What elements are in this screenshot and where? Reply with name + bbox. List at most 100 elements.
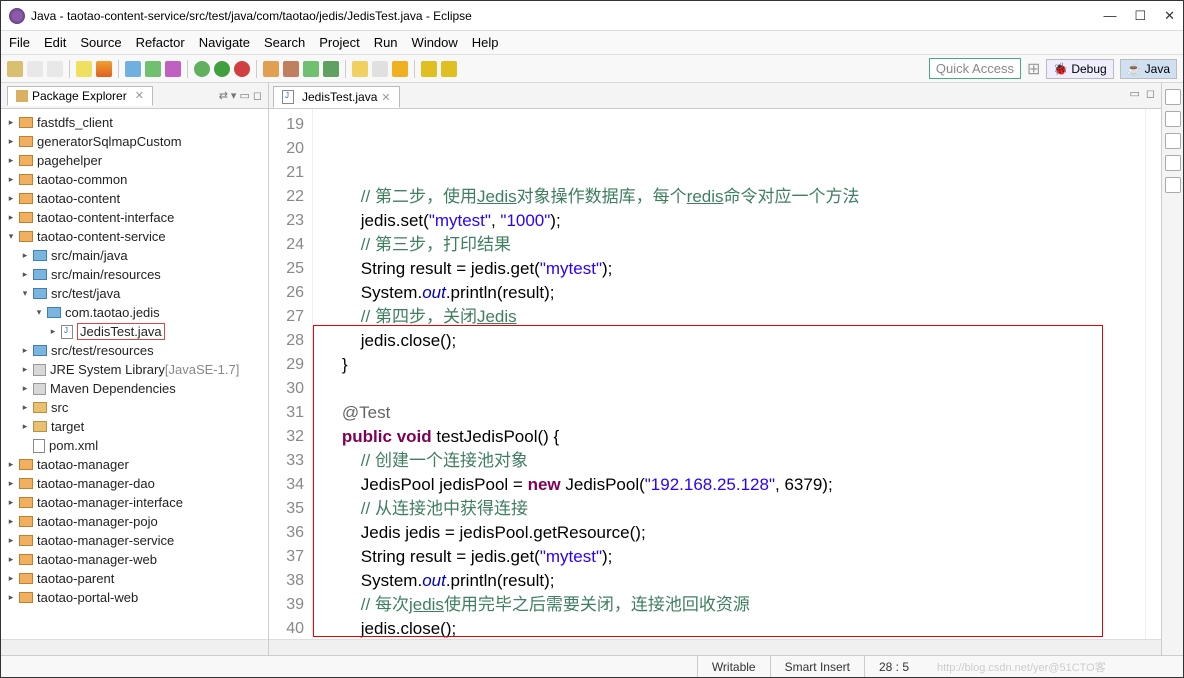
expand-icon[interactable]: ▸ — [47, 326, 59, 337]
tree-item-com-taotao-jedis[interactable]: ▾com.taotao.jedis — [5, 303, 266, 322]
tree-item-jedistest-java[interactable]: ▸JedisTest.java — [5, 322, 266, 341]
open-type-icon[interactable] — [125, 61, 141, 77]
expand-icon[interactable]: ▸ — [19, 402, 31, 413]
tree-item-src[interactable]: ▸src — [5, 398, 266, 417]
outline-icon[interactable] — [1165, 89, 1181, 105]
tree-item-taotao-portal-web[interactable]: ▸taotao-portal-web — [5, 588, 266, 607]
java-perspective-button[interactable]: ☕Java — [1120, 59, 1177, 79]
maximize-editor-icon[interactable]: ◻ — [1146, 87, 1155, 100]
menu-edit[interactable]: Edit — [44, 35, 66, 50]
tree-item-taotao-manager-pojo[interactable]: ▸taotao-manager-pojo — [5, 512, 266, 531]
close-button[interactable]: ✕ — [1164, 8, 1175, 24]
code-line-19[interactable]: // 第二步，使用Jedis对象操作数据库，每个redis命令对应一个方法 — [323, 185, 1145, 209]
editor-tab-jedistest[interactable]: JedisTest.java ✕ — [273, 86, 400, 108]
expand-icon[interactable]: ▸ — [19, 364, 31, 375]
horizontal-scrollbar[interactable] — [1, 639, 268, 655]
save-icon[interactable] — [27, 61, 43, 77]
toggle-icon[interactable] — [372, 61, 388, 77]
expand-icon[interactable]: ▸ — [19, 383, 31, 394]
expand-icon[interactable]: ▸ — [5, 174, 17, 185]
tree-item-taotao-content[interactable]: ▸taotao-content — [5, 189, 266, 208]
build-icon[interactable] — [76, 61, 92, 77]
close-icon[interactable]: ✕ — [135, 89, 144, 102]
expand-icon[interactable]: ▸ — [5, 497, 17, 508]
tree-item-maven-dependencies[interactable]: ▸Maven Dependencies — [5, 379, 266, 398]
expand-icon[interactable]: ▸ — [5, 535, 17, 546]
maximize-icon[interactable]: ◻ — [253, 89, 262, 102]
menu-refactor[interactable]: Refactor — [136, 35, 185, 50]
tree-item-fastdfs-client[interactable]: ▸fastdfs_client — [5, 113, 266, 132]
code-line-21[interactable]: // 第三步，打印结果 — [323, 233, 1145, 257]
tree-item-taotao-manager[interactable]: ▸taotao-manager — [5, 455, 266, 474]
code-line-23[interactable]: System.out.println(result); — [323, 281, 1145, 305]
quick-access-input[interactable]: Quick Access — [929, 58, 1021, 79]
new-project-icon[interactable] — [283, 61, 299, 77]
minimize-editor-icon[interactable]: ▭ — [1129, 87, 1139, 100]
code-line-20[interactable]: jedis.set("mytest", "1000"); — [323, 209, 1145, 233]
debug-icon[interactable] — [194, 61, 210, 77]
new-java-project-icon[interactable] — [263, 61, 279, 77]
declaration-icon[interactable] — [1165, 177, 1181, 193]
expand-icon[interactable]: ▸ — [5, 573, 17, 584]
code-content[interactable]: // 第二步，使用Jedis对象操作数据库，每个redis命令对应一个方法 je… — [313, 109, 1145, 639]
code-editor[interactable]: 1920212223242526272829303132333435363738… — [269, 109, 1161, 639]
annotation-icon[interactable] — [392, 61, 408, 77]
maximize-button[interactable]: ☐ — [1134, 8, 1146, 24]
save-all-icon[interactable] — [47, 61, 63, 77]
tree-item-taotao-content-interface[interactable]: ▸taotao-content-interface — [5, 208, 266, 227]
task-list-icon[interactable] — [1165, 111, 1181, 127]
expand-icon[interactable]: ▸ — [5, 193, 17, 204]
expand-icon[interactable]: ▸ — [19, 250, 31, 261]
tree-item-taotao-parent[interactable]: ▸taotao-parent — [5, 569, 266, 588]
tree-item-taotao-manager-web[interactable]: ▸taotao-manager-web — [5, 550, 266, 569]
back-icon[interactable] — [421, 61, 437, 77]
tree-item-generatorsqlmapcustom[interactable]: ▸generatorSqlmapCustom — [5, 132, 266, 151]
tree-item-pom-xml[interactable]: pom.xml — [5, 436, 266, 455]
problems-icon[interactable] — [1165, 133, 1181, 149]
tree-item-src-main-java[interactable]: ▸src/main/java — [5, 246, 266, 265]
tree-item-taotao-manager-service[interactable]: ▸taotao-manager-service — [5, 531, 266, 550]
tree-item-src-test-java[interactable]: ▾src/test/java — [5, 284, 266, 303]
expand-icon[interactable]: ▸ — [5, 592, 17, 603]
tree-item-taotao-manager-dao[interactable]: ▸taotao-manager-dao — [5, 474, 266, 493]
close-icon[interactable]: ✕ — [381, 91, 390, 104]
minimize-button[interactable]: — — [1103, 8, 1116, 24]
expand-icon[interactable]: ▸ — [5, 478, 17, 489]
menu-project[interactable]: Project — [319, 35, 359, 50]
menu-search[interactable]: Search — [264, 35, 305, 50]
expand-icon[interactable]: ▾ — [5, 231, 17, 242]
expand-icon[interactable]: ▸ — [19, 269, 31, 280]
menu-file[interactable]: File — [9, 35, 30, 50]
menu-window[interactable]: Window — [412, 35, 458, 50]
forward-icon[interactable] — [441, 61, 457, 77]
open-perspective-icon[interactable]: ⊞ — [1027, 59, 1040, 79]
menu-navigate[interactable]: Navigate — [199, 35, 250, 50]
package-tree[interactable]: ▸fastdfs_client▸generatorSqlmapCustom▸pa… — [1, 109, 268, 639]
minimize-icon[interactable]: ▭ — [239, 89, 249, 102]
tree-item-src-test-resources[interactable]: ▸src/test/resources — [5, 341, 266, 360]
tree-item-src-main-resources[interactable]: ▸src/main/resources — [5, 265, 266, 284]
javadoc-icon[interactable] — [1165, 155, 1181, 171]
new-class-icon[interactable] — [165, 61, 181, 77]
tree-item-target[interactable]: ▸target — [5, 417, 266, 436]
new-package-icon[interactable] — [145, 61, 161, 77]
expand-icon[interactable]: ▸ — [19, 421, 31, 432]
expand-icon[interactable]: ▸ — [5, 136, 17, 147]
code-line-22[interactable]: String result = jedis.get("mytest"); — [323, 257, 1145, 281]
wand-icon[interactable] — [96, 61, 112, 77]
expand-icon[interactable]: ▸ — [5, 516, 17, 527]
search-icon[interactable] — [352, 61, 368, 77]
tree-item-taotao-content-service[interactable]: ▾taotao-content-service — [5, 227, 266, 246]
tree-item-jre-system-library[interactable]: ▸JRE System Library [JavaSE-1.7] — [5, 360, 266, 379]
tree-item-pagehelper[interactable]: ▸pagehelper — [5, 151, 266, 170]
editor-horizontal-scrollbar[interactable] — [269, 639, 1161, 655]
link-icon[interactable]: ▾ — [231, 89, 237, 102]
expand-icon[interactable]: ▸ — [19, 345, 31, 356]
expand-icon[interactable]: ▸ — [5, 212, 17, 223]
new-class2-icon[interactable] — [323, 61, 339, 77]
expand-icon[interactable]: ▾ — [19, 288, 31, 299]
package-explorer-tab-label[interactable]: Package Explorer ✕ — [7, 86, 153, 106]
expand-icon[interactable]: ▸ — [5, 117, 17, 128]
debug-perspective-button[interactable]: 🐞Debug — [1046, 59, 1113, 79]
new-package2-icon[interactable] — [303, 61, 319, 77]
